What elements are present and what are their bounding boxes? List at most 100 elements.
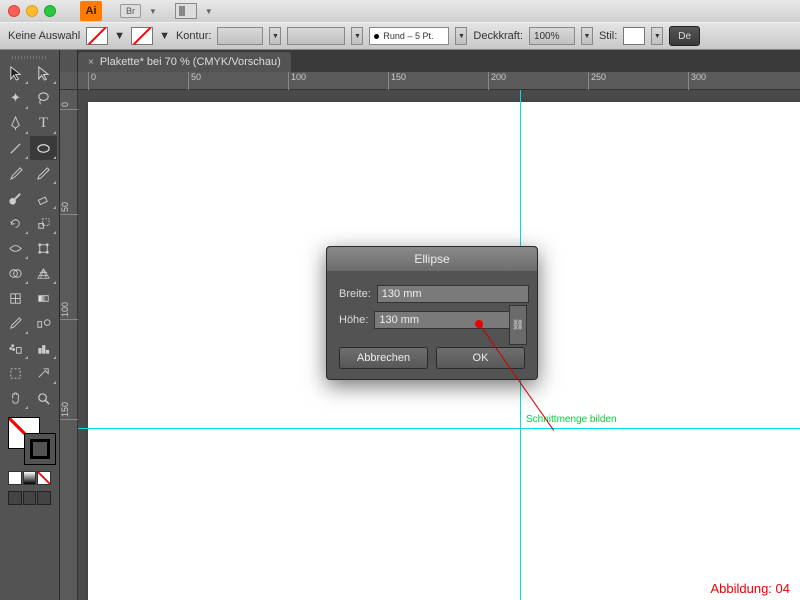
document-tab[interactable]: × Plakette* bei 70 % (CMYK/Vorschau) xyxy=(78,52,291,72)
screen-mode-row xyxy=(2,491,57,505)
stroke-weight-input[interactable] xyxy=(217,27,263,45)
control-bar: Keine Auswahl ▼ ▼ Kontur: ▼ ▼ Rund – 5 P… xyxy=(0,22,800,50)
free-transform-tool[interactable] xyxy=(30,236,57,260)
mac-titlebar: Ai Br ▼ ▼ xyxy=(0,0,800,22)
panel-collapse-strip[interactable] xyxy=(60,50,78,72)
eyedropper-tool[interactable] xyxy=(2,311,29,335)
bridge-button[interactable]: Br xyxy=(120,4,141,18)
ruler-origin[interactable] xyxy=(60,72,78,90)
fill-stroke-indicator[interactable] xyxy=(2,415,57,467)
stroke-weight-dd-icon[interactable]: ▼ xyxy=(269,27,281,45)
type-tool[interactable]: T xyxy=(30,111,57,135)
tab-close-icon[interactable]: × xyxy=(88,57,94,68)
height-input[interactable] xyxy=(374,311,526,329)
ellipse-tool[interactable] xyxy=(30,136,57,160)
document-tab-bar: × Plakette* bei 70 % (CMYK/Vorschau) xyxy=(60,50,800,72)
deckkraft-label: Deckkraft: xyxy=(473,30,523,42)
fill-dropdown-icon[interactable]: ▼ xyxy=(114,30,125,42)
draw-mode-behind[interactable] xyxy=(23,491,37,505)
style-dd-icon[interactable]: ▼ xyxy=(651,27,663,45)
figure-caption: Abbildung: 04 xyxy=(710,581,790,596)
bridge-dropdown-icon[interactable]: ▼ xyxy=(149,7,157,16)
kontur-label: Kontur: xyxy=(176,30,211,42)
shape-builder-tool[interactable] xyxy=(2,261,29,285)
tools-panel: ✦ T xyxy=(0,50,60,600)
gradient-tool[interactable] xyxy=(30,286,57,310)
brush-definition[interactable]: Rund – 5 Pt. xyxy=(369,27,449,45)
pen-tool[interactable] xyxy=(2,111,29,135)
ruler-tick: 300 xyxy=(688,72,706,90)
stil-label: Stil: xyxy=(599,30,617,42)
magic-wand-tool[interactable]: ✦ xyxy=(2,86,29,110)
color-mode-gradient[interactable] xyxy=(23,471,37,485)
ruler-tick: 50 xyxy=(60,202,78,215)
brush-dd-icon[interactable]: ▼ xyxy=(455,27,467,45)
ruler-horizontal[interactable]: 0 50 100 150 200 250 300 xyxy=(78,72,800,90)
color-mode-row xyxy=(2,471,57,485)
opacity-dd-icon[interactable]: ▼ xyxy=(581,27,593,45)
zoom-tool[interactable] xyxy=(30,386,57,410)
rotate-tool[interactable] xyxy=(2,211,29,235)
blob-brush-tool[interactable] xyxy=(2,186,29,210)
cancel-button[interactable]: Abbrechen xyxy=(339,347,428,369)
draw-mode-normal[interactable] xyxy=(8,491,22,505)
guide-horizontal[interactable] xyxy=(78,428,800,429)
line-segment-tool[interactable] xyxy=(2,136,29,160)
lasso-tool[interactable] xyxy=(30,86,57,110)
dialog-title: Ellipse xyxy=(327,247,537,271)
app-logo-icon: Ai xyxy=(80,1,102,21)
var-width-dd-icon[interactable]: ▼ xyxy=(351,27,363,45)
stroke-swatch[interactable] xyxy=(131,27,153,45)
column-graph-tool[interactable] xyxy=(30,336,57,360)
eraser-tool[interactable] xyxy=(30,186,57,210)
draw-mode-inside[interactable] xyxy=(37,491,51,505)
ruler-vertical[interactable]: 0 50 100 150 xyxy=(60,90,78,600)
panel-drag-handle[interactable] xyxy=(2,54,57,60)
blend-tool[interactable] xyxy=(30,311,57,335)
ellipse-dialog: Ellipse Breite: Höhe: ⛓ Abbrechen OK xyxy=(326,246,538,380)
ruler-tick: 100 xyxy=(60,302,78,320)
ruler-tick: 0 xyxy=(88,72,96,90)
hand-tool[interactable] xyxy=(2,386,29,410)
scale-tool[interactable] xyxy=(30,211,57,235)
opacity-input[interactable]: 100% xyxy=(529,27,575,45)
width-tool[interactable] xyxy=(2,236,29,260)
width-label: Breite: xyxy=(339,288,371,300)
window-minimize-button[interactable] xyxy=(26,5,38,17)
workspace-switcher-icon[interactable] xyxy=(175,3,197,19)
stroke-dropdown-icon[interactable]: ▼ xyxy=(159,30,170,42)
direct-selection-tool[interactable] xyxy=(30,61,57,85)
style-swatch[interactable] xyxy=(623,27,645,45)
ruler-tick: 200 xyxy=(488,72,506,90)
selection-tool[interactable] xyxy=(2,61,29,85)
stroke-indicator[interactable] xyxy=(24,433,56,465)
perspective-grid-tool[interactable] xyxy=(30,261,57,285)
fill-swatch[interactable] xyxy=(86,27,108,45)
selection-status: Keine Auswahl xyxy=(8,30,80,42)
extra-button[interactable]: De xyxy=(669,26,700,46)
symbol-sprayer-tool[interactable] xyxy=(2,336,29,360)
document-area: × Plakette* bei 70 % (CMYK/Vorschau) 0 5… xyxy=(60,50,800,600)
constrain-proportions-icon[interactable]: ⛓ xyxy=(509,305,527,345)
document-tab-title: Plakette* bei 70 % (CMYK/Vorschau) xyxy=(100,56,281,68)
ok-button[interactable]: OK xyxy=(436,347,525,369)
ruler-tick: 150 xyxy=(388,72,406,90)
color-mode-none[interactable] xyxy=(37,471,51,485)
window-close-button[interactable] xyxy=(8,5,20,17)
pencil-tool[interactable] xyxy=(30,161,57,185)
width-input[interactable] xyxy=(377,285,529,303)
paintbrush-tool[interactable] xyxy=(2,161,29,185)
var-width-profile[interactable] xyxy=(287,27,345,45)
ruler-tick: 250 xyxy=(588,72,606,90)
window-zoom-button[interactable] xyxy=(44,5,56,17)
mesh-tool[interactable] xyxy=(2,286,29,310)
workspace-dropdown-icon[interactable]: ▼ xyxy=(205,7,213,16)
intersect-annotation: Schnittmenge bilden xyxy=(526,414,617,425)
ruler-tick: 50 xyxy=(188,72,201,90)
artboard-tool[interactable] xyxy=(2,361,29,385)
color-mode-solid[interactable] xyxy=(8,471,22,485)
slice-tool[interactable] xyxy=(30,361,57,385)
ruler-tick: 150 xyxy=(60,402,78,420)
ruler-tick: 0 xyxy=(60,102,78,110)
ruler-tick: 100 xyxy=(288,72,306,90)
